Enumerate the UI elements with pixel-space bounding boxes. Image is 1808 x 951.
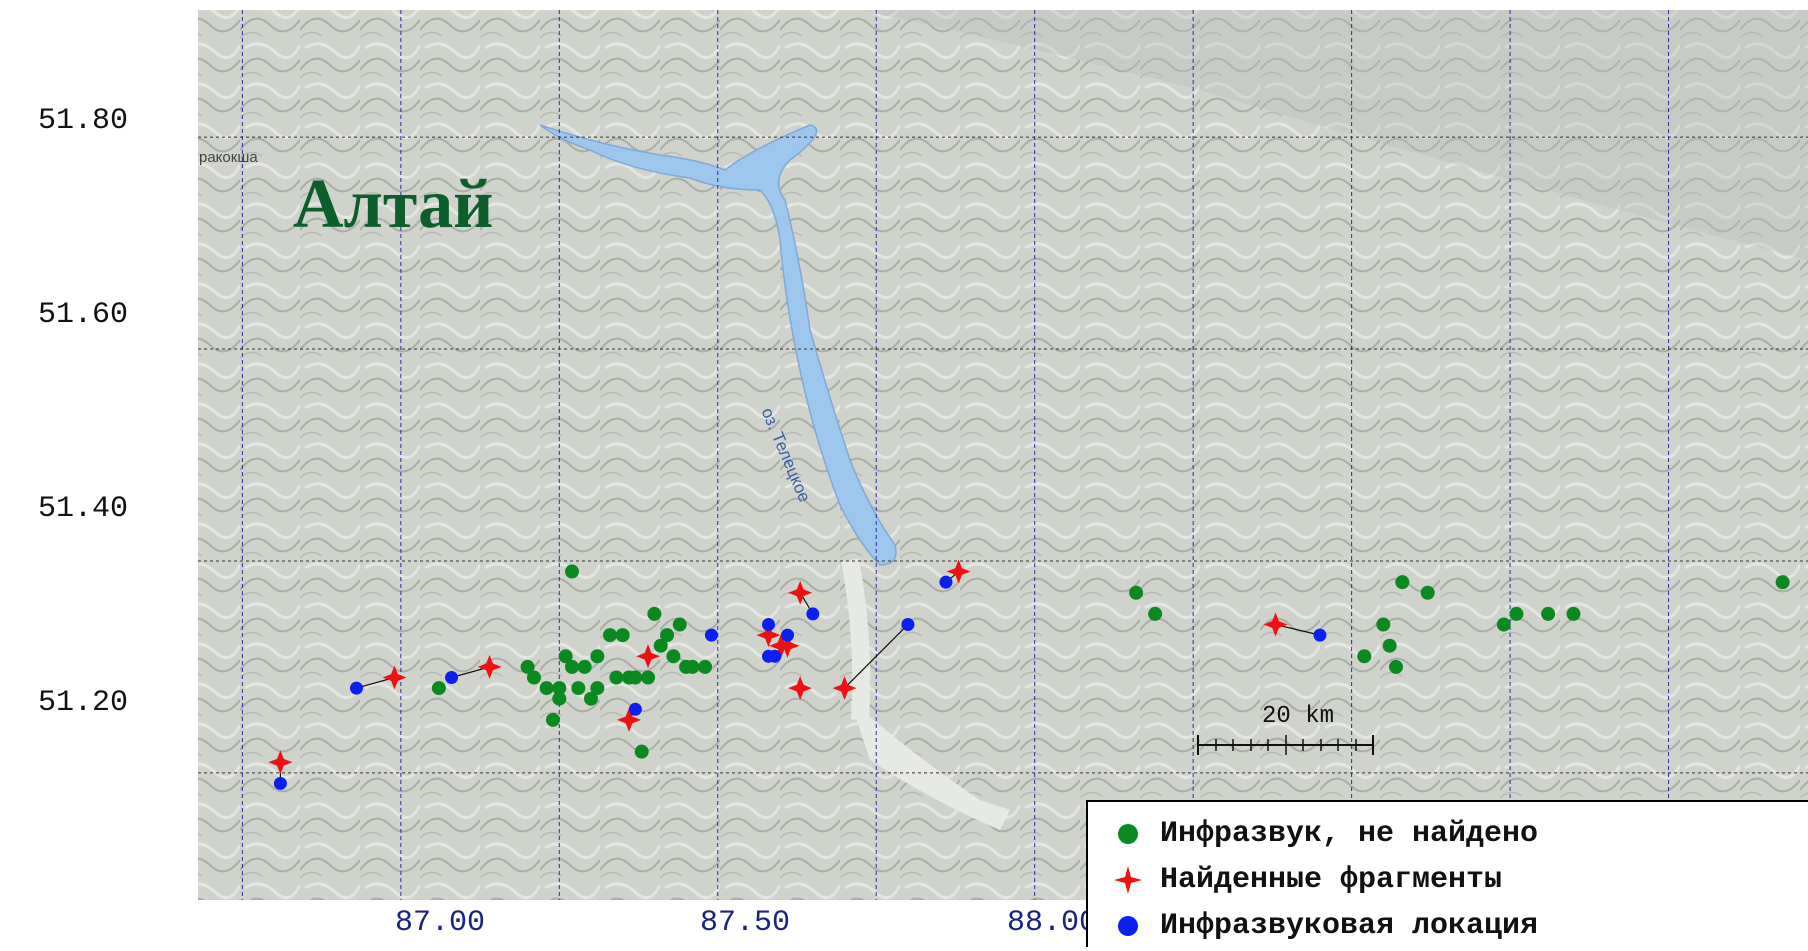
not-found-marker <box>609 670 624 685</box>
x-tick-label: 87.00 <box>395 906 486 940</box>
not-found-marker <box>552 681 567 696</box>
legend-label: Инфразвук, не найдено <box>1160 817 1539 851</box>
not-found-marker <box>545 712 560 727</box>
not-found-marker <box>603 628 618 643</box>
location-marker <box>806 607 820 621</box>
not-found-marker <box>647 606 662 621</box>
green-circle-icon <box>1108 814 1148 854</box>
location-marker <box>445 671 459 684</box>
not-found-marker <box>1382 638 1397 653</box>
location-marker <box>761 618 775 632</box>
location-marker <box>1313 628 1327 642</box>
location-marker <box>628 702 642 716</box>
terrain-basemap <box>198 10 1808 900</box>
not-found-marker <box>1357 649 1372 664</box>
not-found-marker <box>634 744 649 759</box>
not-found-marker <box>641 670 656 685</box>
not-found-marker <box>615 628 630 643</box>
legend-item-not-found: Инфразвук, не найдено <box>1108 814 1538 854</box>
y-tick-label: 51.40 <box>38 492 129 526</box>
not-found-marker <box>1395 575 1410 590</box>
not-found-marker <box>685 659 700 674</box>
not-found-marker <box>1129 585 1144 600</box>
not-found-marker <box>1496 617 1511 632</box>
not-found-marker <box>698 659 713 674</box>
legend-item-fragments: Найденные фрагменты <box>1108 860 1502 900</box>
blue-circle-icon <box>1108 906 1148 946</box>
x-tick-label: 87.50 <box>700 906 791 940</box>
y-tick-label: 51.60 <box>38 298 129 332</box>
x-tick-label: 88.00 <box>1007 906 1098 940</box>
not-found-marker <box>1541 606 1556 621</box>
not-found-marker <box>571 681 586 696</box>
not-found-marker <box>1148 606 1163 621</box>
not-found-marker <box>564 659 579 674</box>
not-found-marker <box>660 628 675 643</box>
not-found-marker <box>1509 606 1524 621</box>
not-found-marker <box>1775 575 1790 590</box>
location-marker <box>349 681 363 695</box>
not-found-marker <box>672 617 687 632</box>
not-found-marker <box>539 681 554 696</box>
y-tick-label: 51.80 <box>38 104 129 138</box>
not-found-marker <box>431 681 446 696</box>
region-label: Алтай <box>293 166 494 243</box>
scale-bar-label: 20 km <box>1262 703 1335 730</box>
not-found-marker <box>590 681 605 696</box>
legend-item-location: Инфразвуковая локация <box>1108 906 1538 946</box>
not-found-marker <box>1566 606 1581 621</box>
not-found-marker <box>1420 585 1435 600</box>
red-star-icon <box>1108 860 1148 900</box>
y-tick-label: 51.20 <box>38 686 129 720</box>
location-marker <box>768 649 782 663</box>
not-found-marker <box>666 649 681 664</box>
not-found-marker <box>590 649 605 664</box>
not-found-marker <box>526 670 541 685</box>
not-found-marker <box>1376 617 1391 632</box>
not-found-marker <box>564 564 579 579</box>
town-label: ракокша <box>199 149 258 166</box>
legend: Инфразвук, не найдено Найденные фрагмент… <box>1086 800 1808 947</box>
location-marker <box>780 628 794 642</box>
not-found-marker <box>577 659 592 674</box>
location-marker <box>273 776 287 790</box>
legend-label: Инфразвуковая локация <box>1160 909 1539 943</box>
location-marker <box>901 618 915 632</box>
legend-label: Найденные фрагменты <box>1160 863 1503 897</box>
location-marker <box>939 575 953 589</box>
not-found-marker <box>1388 659 1403 674</box>
location-marker <box>704 628 718 642</box>
not-found-marker <box>628 670 643 685</box>
